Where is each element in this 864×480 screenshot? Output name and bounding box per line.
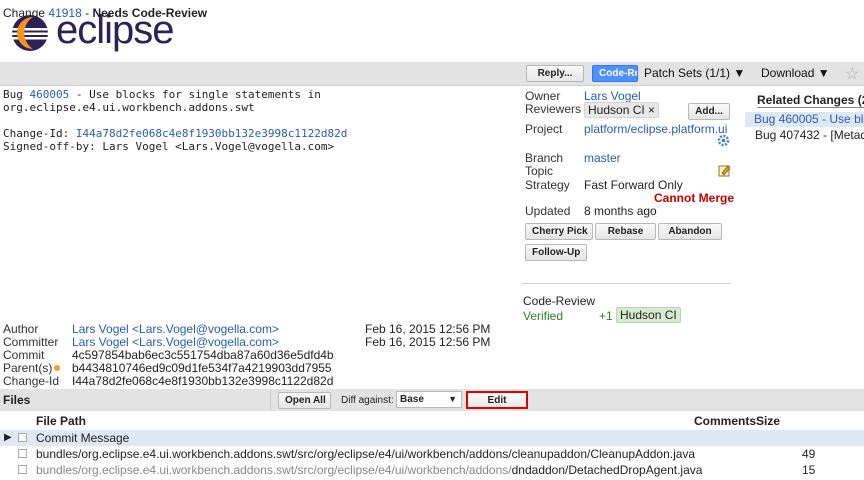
commit-message: Bug 460005 - Use blocks for single state…	[3, 88, 508, 153]
change-label: Change	[3, 6, 46, 20]
commit-message-file[interactable]: Commit Message	[36, 430, 129, 446]
owner-link[interactable]: Lars Vogel	[584, 89, 641, 103]
cannot-merge-status: Cannot Merge	[654, 191, 735, 205]
reviewer-name: Hudson CI	[588, 103, 645, 117]
branch-label: Branch	[525, 151, 564, 165]
files-bar-divider	[270, 390, 271, 410]
author-date: Feb 16, 2015 12:56 PM	[365, 322, 491, 336]
commit-label: Commit	[3, 348, 45, 362]
file-size: 15	[802, 463, 816, 477]
table-row[interactable]: bundles/org.eclipse.e4.ui.workbench.addo…	[0, 446, 864, 462]
file-path-link[interactable]: bundles/org.eclipse.e4.ui.workbench.addo…	[36, 446, 695, 462]
diff-against-value: Base	[400, 394, 424, 405]
file-path-name: dndaddon/DetachedDropAgent.java	[511, 463, 703, 477]
diff-against-label: Diff against:	[341, 395, 394, 406]
add-reviewer-button[interactable]: Add...	[688, 103, 730, 120]
related-change-item[interactable]: Bug 460005 - Use blocks	[745, 112, 864, 127]
parent-dot-icon	[54, 365, 60, 371]
change-status: Needs Code-Review	[92, 6, 208, 20]
reviewed-checkbox[interactable]	[18, 433, 27, 442]
cherry-pick-button[interactable]: Cherry Pick	[525, 223, 593, 240]
committer-link[interactable]: Lars Vogel <Lars.Vogel@vogella.com>	[72, 335, 279, 349]
patch-sets-menu[interactable]: Patch Sets (1/1) ▼	[644, 66, 745, 80]
project-label: Project	[525, 122, 563, 136]
reviewers-label: Reviewers	[525, 102, 582, 116]
commit-msg-bug-prefix: Bug	[3, 88, 30, 101]
diff-against-select[interactable]: Base ▼	[396, 391, 462, 408]
strategy-value: Fast Forward Only	[584, 178, 683, 192]
follow-up-button[interactable]: Follow-Up	[525, 244, 587, 261]
file-path-link[interactable]: bundles/org.eclipse.e4.ui.workbench.addo…	[36, 462, 702, 478]
bug-link[interactable]: 460005	[30, 88, 70, 101]
committer-label: Committer	[3, 335, 59, 349]
owner-label: Owner	[525, 89, 561, 103]
commit-msg-line1-suffix: - Use blocks for single statements in	[69, 88, 321, 101]
signed-off-line: Signed-off-by: Lars Vogel <Lars.Vogel@vo…	[3, 140, 335, 153]
reviewed-checkbox[interactable]	[18, 449, 27, 458]
updated-label: Updated	[525, 204, 571, 218]
reply-button[interactable]: Reply...	[526, 65, 584, 82]
comments-header[interactable]: Comments	[694, 414, 756, 428]
change-id-link[interactable]: I44a78d2fe068c4e8f1930bb132e3998c1122d82…	[76, 127, 348, 140]
table-row[interactable]: bundles/org.eclipse.e4.ui.workbench.addo…	[0, 462, 864, 478]
committer-date: Feb 16, 2015 12:56 PM	[365, 335, 491, 349]
author-label: Author	[3, 322, 39, 336]
changeid-label: Change-Id	[3, 374, 60, 388]
commit-msg-line2: org.eclipse.e4.ui.workbench.addons.swt	[3, 101, 255, 114]
files-title: Files	[3, 393, 31, 407]
verified-by-chip: Hudson CI	[616, 307, 681, 323]
related-change-item[interactable]: Bug 407432 - [Metadata]	[755, 128, 864, 142]
code-review-label: Code-Review	[523, 294, 596, 308]
remove-reviewer-icon[interactable]: ×	[648, 103, 655, 117]
labels-divider	[523, 283, 730, 284]
code-review-button[interactable]: Code-Review	[592, 65, 638, 82]
reviewed-checkbox[interactable]	[18, 465, 27, 474]
updated-value: 8 months ago	[584, 204, 657, 218]
gear-icon[interactable]	[717, 134, 730, 147]
download-menu[interactable]: Download ▼	[761, 66, 830, 80]
change-title: Change 41918 - Needs Code-Review	[3, 6, 207, 20]
size-header[interactable]: Size	[756, 414, 780, 428]
topic-label: Topic	[525, 164, 554, 178]
open-all-button[interactable]: Open All	[278, 392, 331, 409]
project-link[interactable]: platform/eclipse.platform.ui	[584, 122, 727, 136]
star-icon[interactable]: ☆	[845, 64, 859, 84]
reviewer-chip: Hudson CI ×	[584, 102, 660, 118]
file-size: 49	[802, 447, 816, 461]
dropdown-arrow-icon: ▼	[448, 394, 457, 404]
verified-score: +1	[599, 309, 613, 323]
file-path-prefix: bundles/org.eclipse.e4.ui.workbench.addo…	[36, 463, 512, 477]
related-changes-title[interactable]: Related Changes (2)	[757, 93, 864, 108]
file-path-name: bundles/org.eclipse.e4.ui.workbench.addo…	[36, 447, 696, 461]
change-number-link[interactable]: 41918	[48, 6, 81, 20]
edit-button-highlight	[466, 391, 528, 409]
row-pointer-icon: ▶	[4, 432, 12, 443]
change-separator: -	[81, 6, 93, 20]
rebase-button[interactable]: Rebase	[595, 223, 656, 240]
edit-topic-icon[interactable]	[718, 164, 731, 177]
table-row[interactable]: ▶ Commit Message	[0, 430, 864, 446]
verified-label: Verified	[523, 309, 564, 323]
abandon-button[interactable]: Abandon	[658, 223, 722, 240]
parent-hash: b4434810746ed9c09d1fe534f7a4219903dd7955	[72, 361, 332, 375]
branch-link[interactable]: master	[584, 151, 621, 165]
commit-hash: 4c597854bab6ec3c551754dba87a60d36e5dfd4b	[72, 348, 334, 362]
parent-label: Parent(s)	[3, 361, 53, 375]
changeid-value: I44a78d2fe068c4e8f1930bb132e3998c1122d82…	[72, 374, 334, 388]
author-link[interactable]: Lars Vogel <Lars.Vogel@vogella.com>	[72, 322, 279, 336]
strategy-label: Strategy	[525, 178, 570, 192]
change-id-label: Change-Id:	[3, 127, 76, 140]
file-path-header[interactable]: File Path	[36, 414, 86, 428]
